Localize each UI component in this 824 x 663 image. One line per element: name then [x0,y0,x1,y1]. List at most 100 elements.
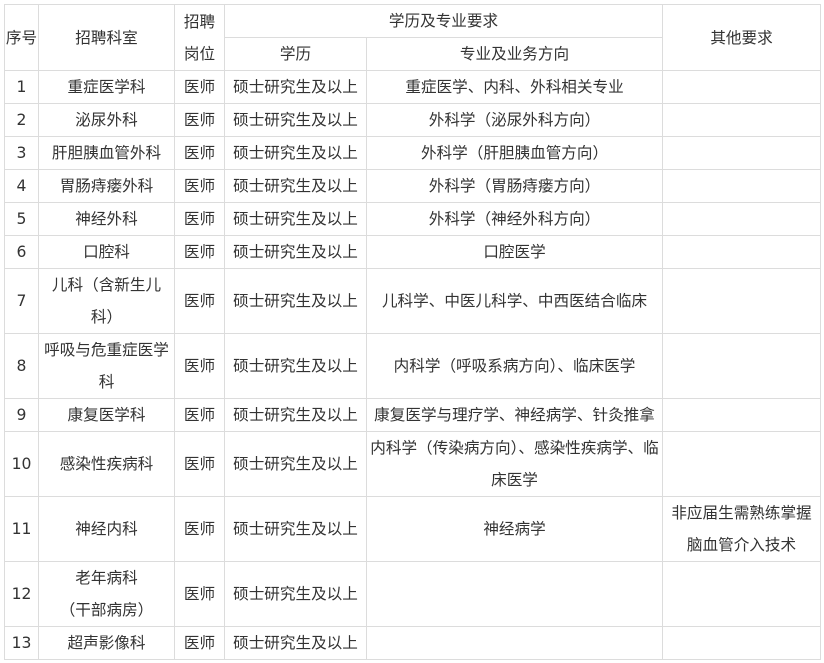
cell-department: 感染性疾病科 [38,431,175,497]
cell-department: 超声影像科 [38,626,175,660]
header-education-group: 学历及专业要求 [223,4,664,38]
cell-department: 肝胆胰血管外科 [38,136,175,170]
cell-position: 医师 [174,235,225,269]
table-row: 9 康复医学科 医师 硕士研究生及以上 康复医学与理疗学、神经病学、针灸推拿 [4,398,822,432]
cell-department: 泌尿外科 [38,103,175,137]
cell-index: 12 [4,561,39,627]
cell-position: 医师 [174,333,225,399]
cell-department: 重症医学科 [38,70,175,104]
cell-position: 医师 [174,136,225,170]
cell-index: 13 [4,626,39,660]
header-other: 其他要求 [662,4,822,71]
cell-position: 医师 [174,626,225,660]
table-row: 12 老年病科 （干部病房） 医师 硕士研究生及以上 [4,561,822,627]
header-index: 序号 [4,4,39,71]
cell-major: 神经病学 [365,496,664,562]
table-row: 10 感染性疾病科 医师 硕士研究生及以上 内科学（传染病方向）、感染性疾病学、临床医学 [4,431,822,497]
cell-position: 医师 [174,268,225,334]
cell-education: 硕士研究生及以上 [224,431,367,497]
cell-major: 外科学（肝胆胰血管方向） [365,136,664,170]
cell-position: 医师 [174,169,225,203]
cell-index: 8 [4,333,39,399]
cell-major: 儿科学、中医儿科学、中西医结合临床 [365,268,664,334]
cell-education: 硕士研究生及以上 [224,136,367,170]
cell-index: 9 [4,398,39,432]
table-row: 6 口腔科 医师 硕士研究生及以上 口腔医学 [4,235,822,269]
cell-other [662,398,822,432]
cell-index: 1 [4,70,39,104]
cell-education: 硕士研究生及以上 [224,103,367,137]
cell-major: 内科学（传染病方向）、感染性疾病学、临床医学 [365,431,664,497]
header-education: 学历 [224,37,367,71]
cell-major: 外科学（胃肠痔瘘方向） [365,169,664,203]
table-row: 3 肝胆胰血管外科 医师 硕士研究生及以上 外科学（肝胆胰血管方向） [4,136,822,170]
cell-position: 医师 [174,496,225,562]
cell-other [662,202,822,236]
cell-department: 神经外科 [38,202,175,236]
cell-position: 医师 [174,103,225,137]
cell-education: 硕士研究生及以上 [224,70,367,104]
cell-other [662,333,822,399]
cell-other [662,235,822,269]
cell-index: 7 [4,268,39,334]
cell-other [662,103,822,137]
cell-index: 3 [4,136,39,170]
cell-education: 硕士研究生及以上 [224,333,367,399]
header-major: 专业及业务方向 [365,37,664,71]
cell-major: 外科学（神经外科方向） [365,202,664,236]
table-row: 7 儿科（含新生儿科） 医师 硕士研究生及以上 儿科学、中医儿科学、中西医结合临床 [4,268,822,334]
cell-department: 胃肠痔瘘外科 [38,169,175,203]
header-row-1: 序号 招聘科室 招聘岗位 学历及专业要求 其他要求 [4,4,822,71]
cell-position: 医师 [174,202,225,236]
cell-other [662,561,822,627]
table-row: 4 胃肠痔瘘外科 医师 硕士研究生及以上 外科学（胃肠痔瘘方向） [4,169,822,203]
cell-index: 11 [4,496,39,562]
cell-index: 5 [4,202,39,236]
table-row: 11 神经内科 医师 硕士研究生及以上 神经病学 非应届生需熟练掌握脑血管介入技术 [4,496,822,562]
header-department: 招聘科室 [38,4,175,71]
cell-education: 硕士研究生及以上 [224,496,367,562]
cell-major: 口腔医学 [365,235,664,269]
cell-other [662,268,822,334]
cell-index: 10 [4,431,39,497]
cell-index: 4 [4,169,39,203]
table-header: 序号 招聘科室 招聘岗位 学历及专业要求 其他要求 学历 专业及业务方向 [4,4,822,71]
table-row: 5 神经外科 医师 硕士研究生及以上 外科学（神经外科方向） [4,202,822,236]
table-row: 1 重症医学科 医师 硕士研究生及以上 重症医学、内科、外科相关专业 [4,70,822,104]
cell-index: 2 [4,103,39,137]
table-row: 13 超声影像科 医师 硕士研究生及以上 [4,626,822,660]
cell-department: 口腔科 [38,235,175,269]
cell-education: 硕士研究生及以上 [224,235,367,269]
cell-other [662,136,822,170]
cell-other [662,70,822,104]
cell-department: 老年病科 （干部病房） [38,561,175,627]
table-row: 8 呼吸与危重症医学科 医师 硕士研究生及以上 内科学（呼吸系病方向）、临床医学 [4,333,822,399]
recruitment-table: 序号 招聘科室 招聘岗位 学历及专业要求 其他要求 学历 专业及业务方向 1 重症… [4,4,822,660]
cell-other [662,169,822,203]
cell-major [365,626,664,660]
cell-education: 硕士研究生及以上 [224,561,367,627]
cell-department: 呼吸与危重症医学科 [38,333,175,399]
cell-education: 硕士研究生及以上 [224,202,367,236]
cell-index: 6 [4,235,39,269]
cell-major [365,561,664,627]
cell-education: 硕士研究生及以上 [224,268,367,334]
cell-department: 神经内科 [38,496,175,562]
table-row: 2 泌尿外科 医师 硕士研究生及以上 外科学（泌尿外科方向） [4,103,822,137]
table-body: 1 重症医学科 医师 硕士研究生及以上 重症医学、内科、外科相关专业 2 泌尿外科 医师 硕士研… [4,70,822,660]
cell-position: 医师 [174,398,225,432]
cell-position: 医师 [174,561,225,627]
cell-position: 医师 [174,70,225,104]
cell-department: 儿科（含新生儿科） [38,268,175,334]
cell-education: 硕士研究生及以上 [224,398,367,432]
cell-education: 硕士研究生及以上 [224,626,367,660]
cell-education: 硕士研究生及以上 [224,169,367,203]
cell-major: 重症医学、内科、外科相关专业 [365,70,664,104]
cell-other: 非应届生需熟练掌握脑血管介入技术 [662,496,822,562]
cell-department: 康复医学科 [38,398,175,432]
cell-position: 医师 [174,431,225,497]
header-position: 招聘岗位 [174,4,225,71]
cell-major: 外科学（泌尿外科方向） [365,103,664,137]
cell-major: 内科学（呼吸系病方向）、临床医学 [365,333,664,399]
cell-other [662,626,822,660]
